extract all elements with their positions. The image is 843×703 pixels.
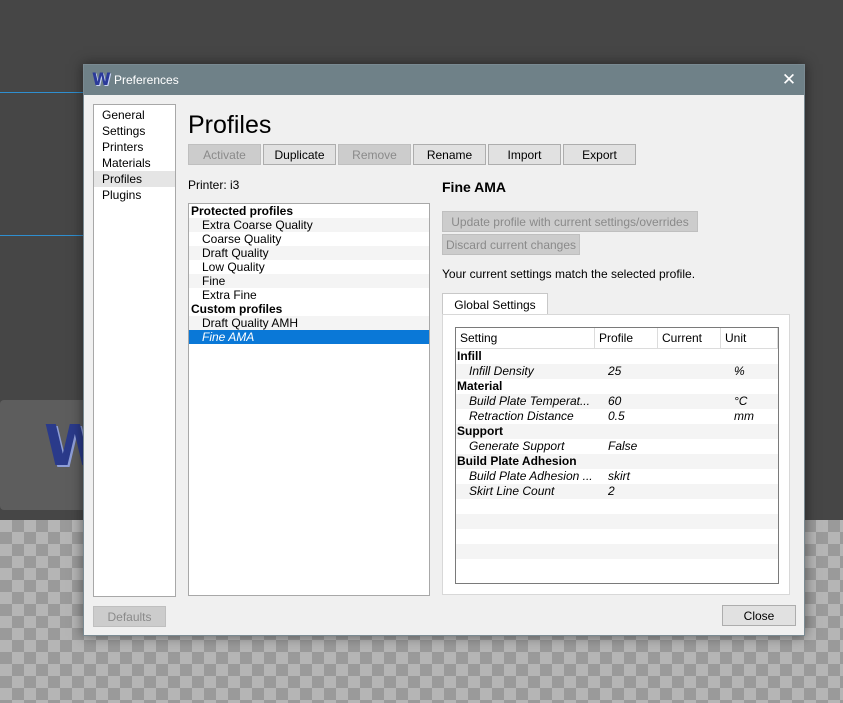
empty-table-row <box>456 544 778 559</box>
unit-cell: mm <box>734 409 754 423</box>
profile-value-cell: 25 <box>608 364 622 378</box>
preferences-nav: General Settings Printers Materials Prof… <box>93 104 176 597</box>
category-row: Material <box>456 379 778 394</box>
setting-name-cell: Build Plate Temperat... <box>469 394 590 408</box>
profile-item[interactable]: Low Quality <box>189 260 429 274</box>
export-button[interactable]: Export <box>563 144 636 165</box>
empty-table-row <box>456 499 778 514</box>
profile-item[interactable]: Coarse Quality <box>189 232 429 246</box>
current-value-cell <box>658 409 721 424</box>
current-value-cell <box>658 439 721 454</box>
profile-value-cell: skirt <box>608 469 630 483</box>
preferences-dialog: W Preferences ✕ General Settings Printer… <box>83 64 805 636</box>
table-row: Build Plate Adhesion ... skirt <box>456 469 778 484</box>
profile-value-cell: False <box>608 439 638 453</box>
settings-table: Setting Profile Current Unit Infill Infil… <box>455 327 779 584</box>
sidebar-item-profiles[interactable]: Profiles <box>94 171 175 187</box>
profile-value-cell: 60 <box>608 394 622 408</box>
sidebar-item-printers[interactable]: Printers <box>94 139 175 155</box>
profile-list[interactable]: Protected profiles Extra Coarse Quality … <box>188 203 430 596</box>
protected-profiles-header: Protected profiles <box>191 204 294 218</box>
column-header-current[interactable]: Current <box>658 328 721 349</box>
table-row: Infill Density 25% <box>456 364 778 379</box>
column-header-profile[interactable]: Profile <box>595 328 658 349</box>
profile-item[interactable]: Extra Coarse Quality <box>189 218 429 232</box>
app-logo-icon: W <box>92 70 111 90</box>
sidebar-item-materials[interactable]: Materials <box>94 155 175 171</box>
category-label: Build Plate Adhesion <box>457 454 577 468</box>
setting-name-cell: Retraction Distance <box>469 409 574 423</box>
current-value-cell <box>658 364 721 379</box>
setting-name-cell: Generate Support <box>469 439 565 453</box>
unit-cell: % <box>734 364 745 378</box>
setting-name-cell: Build Plate Adhesion ... <box>469 469 593 483</box>
setting-name-cell: Skirt Line Count <box>469 484 555 498</box>
unit-cell <box>721 439 778 454</box>
discard-changes-button[interactable]: Discard current changes <box>442 234 580 255</box>
category-label: Material <box>457 379 503 393</box>
printer-label: Printer: i3 <box>188 178 240 192</box>
profile-item[interactable]: Fine <box>189 274 429 288</box>
sidebar-item-settings[interactable]: Settings <box>94 123 175 139</box>
profile-detail-title: Fine AMA <box>442 179 507 195</box>
title-bar: W Preferences ✕ <box>84 65 804 95</box>
empty-table-row <box>456 559 778 574</box>
defaults-button[interactable]: Defaults <box>93 606 166 627</box>
empty-table-row <box>456 514 778 529</box>
rename-button[interactable]: Rename <box>413 144 486 165</box>
build-volume-edge <box>0 235 84 236</box>
column-header-setting[interactable]: Setting <box>456 328 595 349</box>
category-label: Support <box>457 424 503 438</box>
column-header-unit[interactable]: Unit <box>721 328 778 349</box>
table-row: Retraction Distance 0.5 mm <box>456 409 778 424</box>
unit-cell <box>721 484 778 499</box>
custom-profiles-header: Custom profiles <box>191 302 283 316</box>
profile-value-cell: 0.5 <box>608 409 625 423</box>
unit-cell <box>721 469 778 484</box>
table-row: Generate Support False <box>456 439 778 454</box>
tab-global-settings[interactable]: Global Settings <box>442 293 548 315</box>
table-row: Build Plate Temperat... 60 °C <box>456 394 778 409</box>
current-value-cell <box>658 484 721 499</box>
profile-item-selected[interactable]: Fine AMA <box>189 330 429 344</box>
window-title: Preferences <box>114 73 179 87</box>
profile-item[interactable]: Draft Quality AMH <box>189 316 429 330</box>
import-button[interactable]: Import <box>488 144 561 165</box>
category-row: Support <box>456 424 778 439</box>
build-volume-edge <box>0 92 84 93</box>
profile-item[interactable]: Extra Fine <box>189 288 429 302</box>
category-label: Infill <box>457 349 482 363</box>
table-body: Infill Infill Density 25% Material Build Pla… <box>456 349 778 574</box>
activate-button[interactable]: Activate <box>188 144 261 165</box>
sidebar-item-plugins[interactable]: Plugins <box>94 187 175 203</box>
close-window-icon[interactable]: ✕ <box>774 65 804 95</box>
profile-item[interactable]: Draft Quality <box>189 246 429 260</box>
global-settings-panel: Setting Profile Current Unit Infill Infil… <box>442 314 790 595</box>
category-row: Infill <box>456 349 778 364</box>
table-header: Setting Profile Current Unit <box>456 328 778 349</box>
close-button[interactable]: Close <box>722 605 796 626</box>
update-profile-button[interactable]: Update profile with current settings/ove… <box>442 211 698 232</box>
empty-table-row <box>456 529 778 544</box>
current-value-cell <box>658 469 721 484</box>
page-title: Profiles <box>188 111 272 139</box>
status-message: Your current settings match the selected… <box>442 267 696 281</box>
profile-value-cell: 2 <box>608 484 615 498</box>
duplicate-button[interactable]: Duplicate <box>263 144 336 165</box>
table-row: Skirt Line Count 2 <box>456 484 778 499</box>
sidebar-item-general[interactable]: General <box>94 107 175 123</box>
category-row: Build Plate Adhesion <box>456 454 778 469</box>
unit-cell: °C <box>734 394 748 408</box>
current-value-cell <box>658 394 721 409</box>
remove-button[interactable]: Remove <box>338 144 411 165</box>
setting-name-cell: Infill Density <box>469 364 534 378</box>
